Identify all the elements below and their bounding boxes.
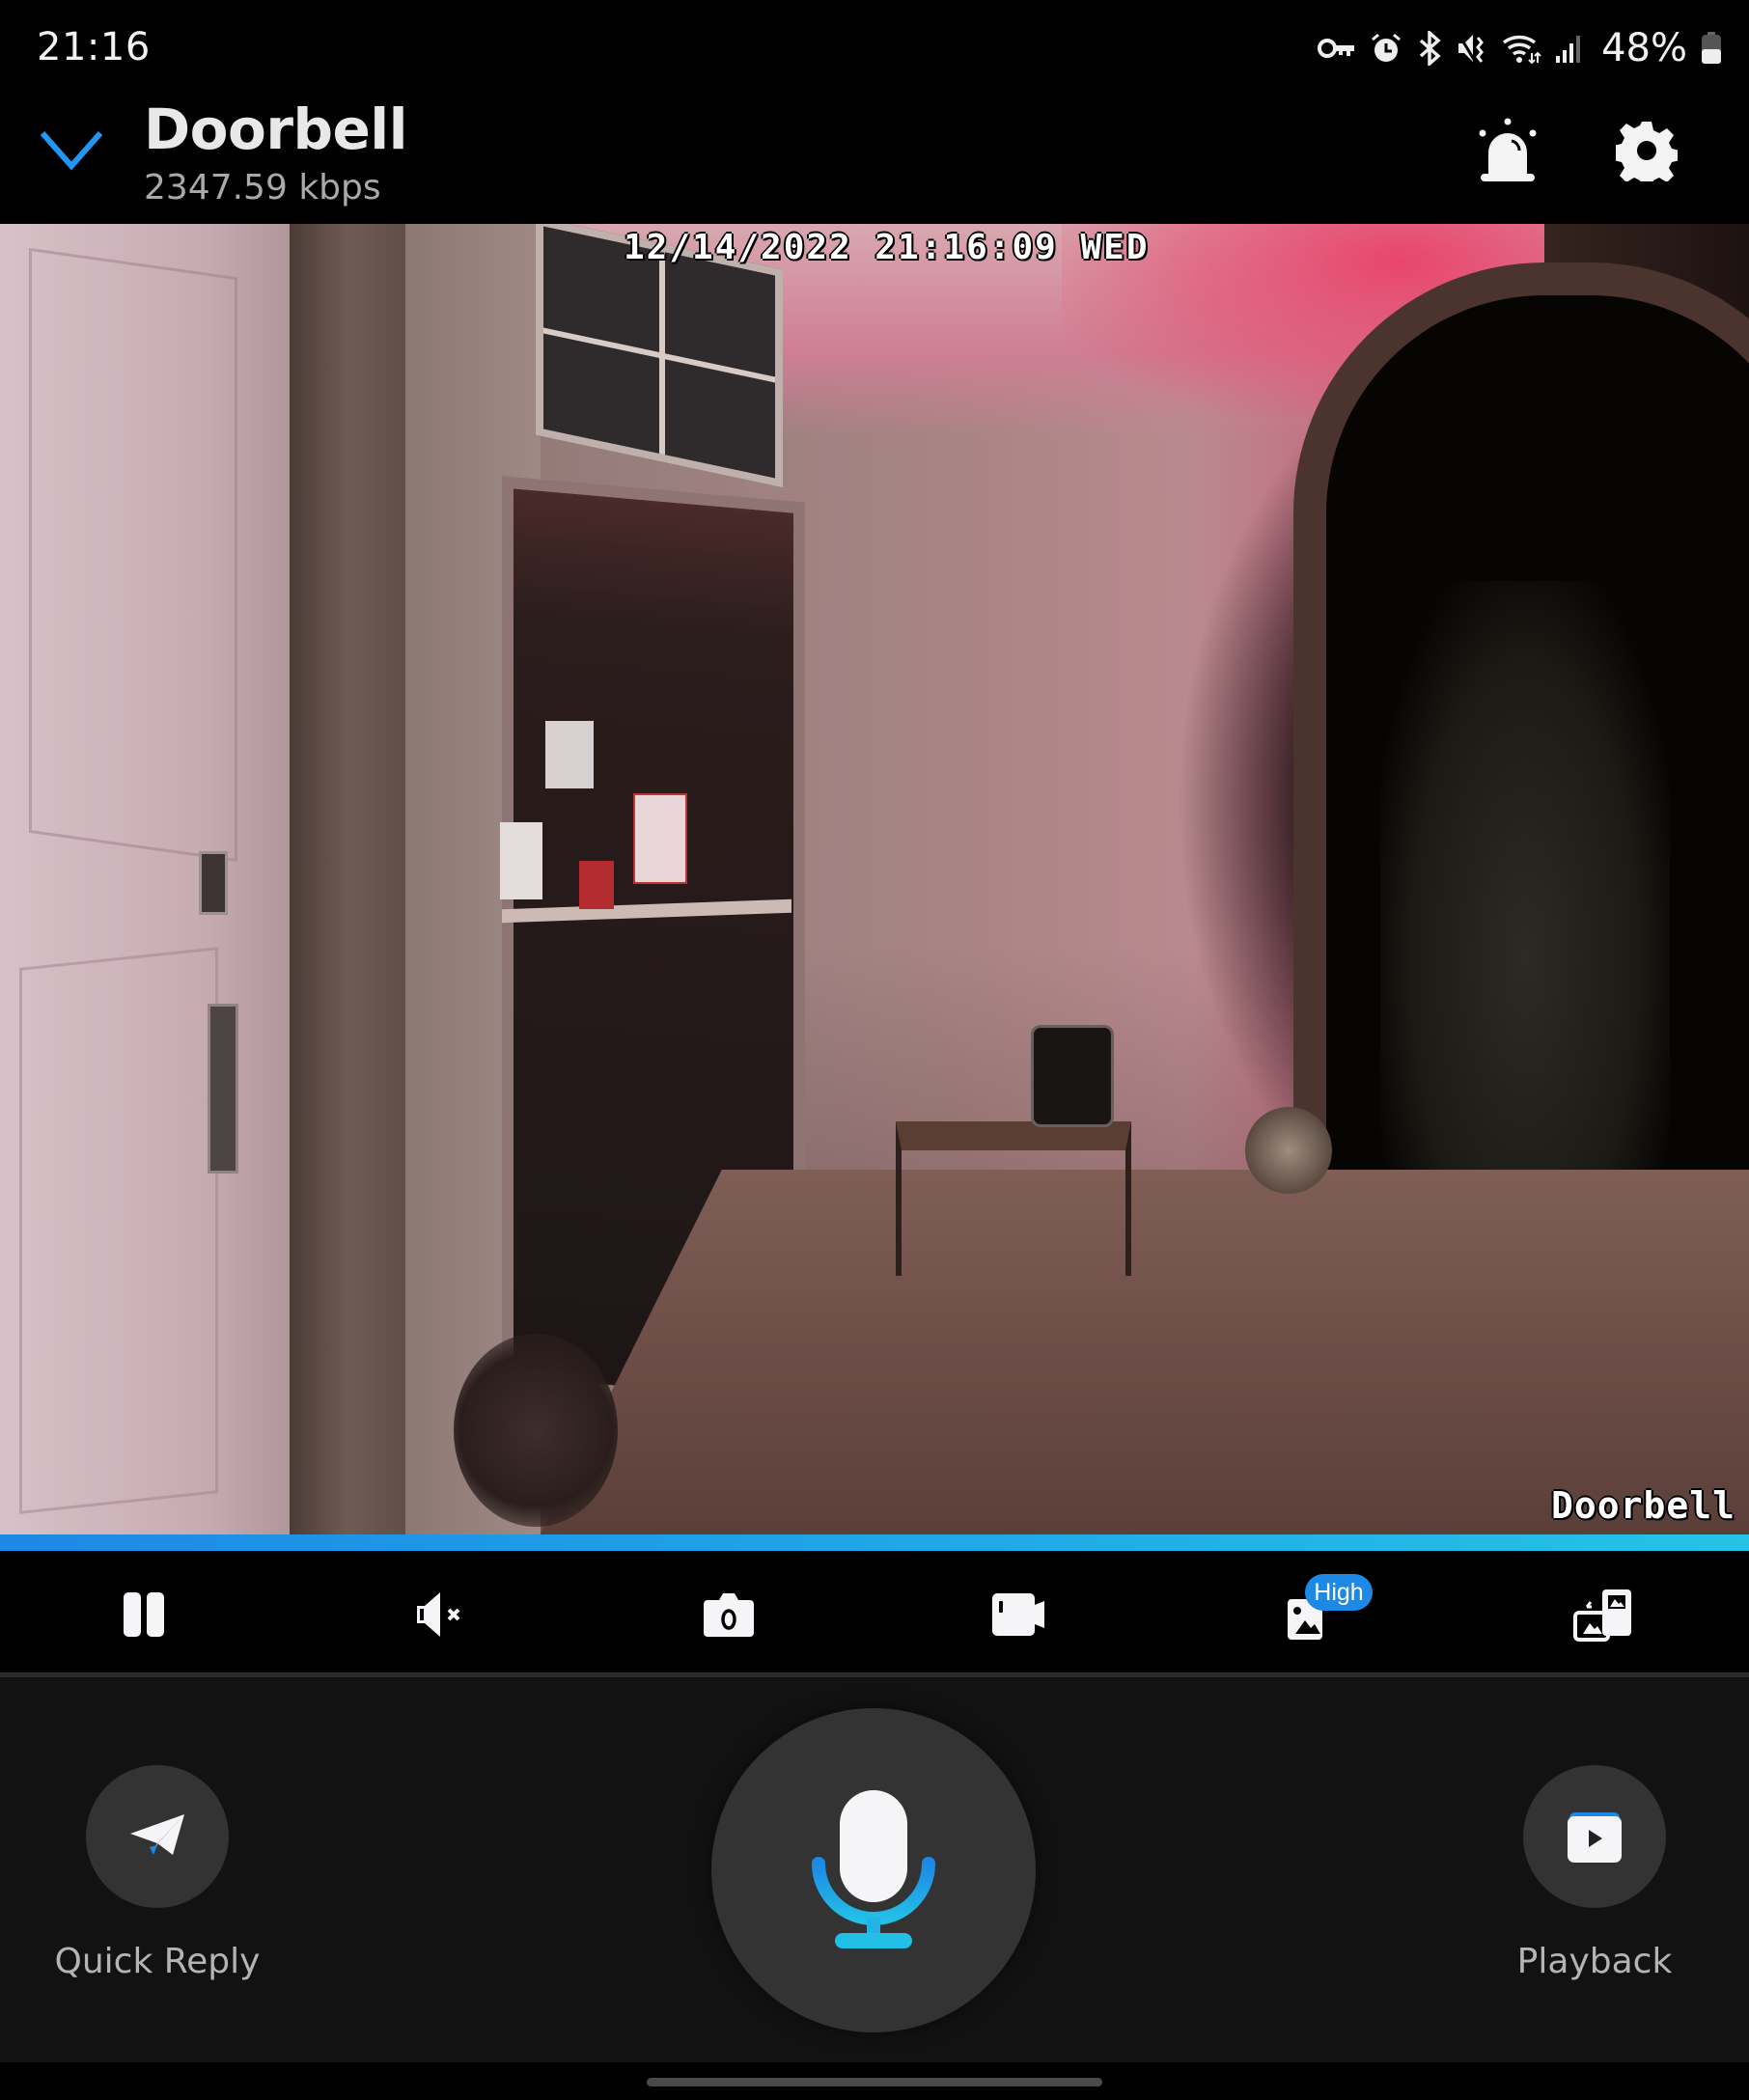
mute-button[interactable] xyxy=(394,1568,486,1661)
video-toolbar xyxy=(0,1551,1749,1672)
quality-badge: High xyxy=(1305,1574,1373,1611)
door-panel xyxy=(29,247,237,863)
alarm-icon xyxy=(1372,33,1402,62)
snack-table xyxy=(896,1121,1131,1276)
window-poster xyxy=(633,793,687,884)
video-camera-name: Doorbell xyxy=(1550,1484,1735,1527)
playback-button[interactable] xyxy=(1523,1765,1666,1908)
quick-reply-button[interactable] xyxy=(86,1765,229,1908)
page-title: Doorbell xyxy=(144,97,408,162)
chevron-down-icon xyxy=(40,131,103,171)
siren-alarm-icon xyxy=(1479,118,1537,181)
live-video-feed[interactable] xyxy=(0,224,1749,1534)
window-poster xyxy=(545,721,594,788)
multi-view-icon xyxy=(1573,1589,1631,1642)
bitrate-readout: 2347.59 kbps xyxy=(144,168,381,207)
vpn-key-icon xyxy=(1318,39,1355,58)
playback-label: Playback xyxy=(1516,1942,1673,1981)
decoration xyxy=(454,1334,618,1527)
microphone-icon xyxy=(812,1790,935,1948)
video-record-icon xyxy=(992,1593,1044,1636)
record-button[interactable] xyxy=(973,1568,1066,1661)
vibrate-mute-icon xyxy=(1457,33,1485,64)
door-lock xyxy=(199,851,228,915)
porch-floor xyxy=(541,1170,1749,1534)
snapshot-button[interactable] xyxy=(682,1568,775,1661)
talk-button[interactable] xyxy=(711,1708,1036,2032)
battery-percent: 48% xyxy=(1601,26,1687,70)
settings-button[interactable] xyxy=(1604,108,1689,193)
wifi-icon xyxy=(1503,35,1541,65)
gear-icon xyxy=(1616,122,1678,181)
collapse-button[interactable] xyxy=(39,127,104,174)
mini-fridge xyxy=(1031,1025,1114,1127)
bluetooth-icon xyxy=(1419,31,1441,66)
potted-plant xyxy=(1245,1107,1332,1194)
home-gesture-handle[interactable] xyxy=(647,2078,1102,2086)
window-poster xyxy=(500,822,542,899)
battery-icon xyxy=(1702,32,1721,64)
status-time: 21:16 xyxy=(37,25,151,69)
multiview-button[interactable] xyxy=(1558,1568,1651,1661)
door-panel xyxy=(19,947,218,1514)
video-timestamp: 12/14/2022 21:16:09 WED xyxy=(624,228,1150,267)
status-icons: 48% xyxy=(1318,26,1722,70)
door-handle xyxy=(208,1004,238,1174)
pause-icon xyxy=(124,1592,164,1637)
siren-button[interactable] xyxy=(1465,108,1550,193)
paper-plane-icon xyxy=(130,1814,184,1855)
stream-progress-bar xyxy=(0,1534,1749,1551)
window-poster xyxy=(579,861,614,909)
speaker-muted-icon xyxy=(417,1592,460,1637)
pause-button[interactable] xyxy=(98,1568,191,1661)
stream-progress-fill xyxy=(0,1534,1749,1551)
playback-icon xyxy=(1568,1812,1622,1863)
signal-icon xyxy=(1556,36,1581,63)
quick-reply-label: Quick Reply xyxy=(54,1942,261,1981)
camera-icon xyxy=(704,1593,754,1637)
